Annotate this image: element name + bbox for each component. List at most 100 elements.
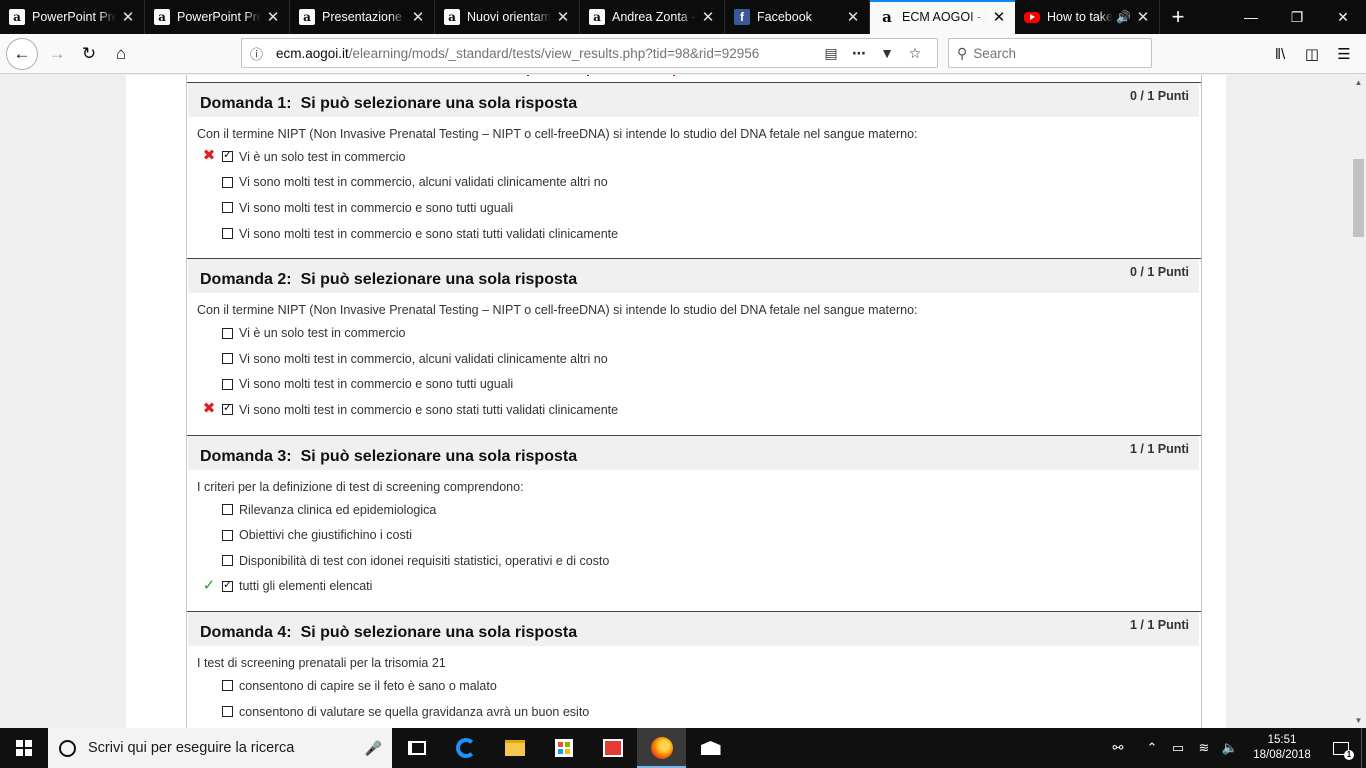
speaker-icon[interactable]: 🔊 [1116, 10, 1131, 24]
start-button[interactable] [0, 728, 48, 768]
question-header: Domanda 4: Si può selezionare una sola ri… [188, 612, 1199, 647]
answer-option: Vi sono molti test in commercio, alcuni … [187, 170, 1201, 196]
page-actions-icon[interactable]: ⋯ [845, 45, 873, 62]
browser-tab[interactable]: a PowerPoint Pres ✕ [0, 0, 145, 34]
question-number: Domanda 1: [200, 95, 292, 112]
search-bar[interactable]: ⚲ [948, 38, 1152, 68]
address-bar[interactable]: ⓘ ecm.aogoi.it/elearning/mods/_standard/… [241, 38, 938, 68]
vertical-scrollbar[interactable]: ▲ ▼ [1351, 75, 1366, 728]
firefox-app[interactable] [637, 728, 686, 768]
tab-title: Nuovi orientam [467, 10, 551, 24]
browser-tab[interactable]: f Facebook ✕ [725, 0, 870, 34]
people-icon[interactable]: ⚯ [1105, 740, 1131, 756]
answer-label: Vi è un solo test in commercio [239, 149, 406, 164]
close-tab-icon[interactable]: ✕ [700, 8, 716, 26]
browser-tab[interactable]: a ECM AOGOI - Il ✕ [870, 0, 1015, 34]
store-app[interactable] [539, 728, 588, 768]
show-desktop-button[interactable] [1361, 728, 1366, 768]
home-button[interactable]: ⌂ [105, 38, 137, 70]
browser-tab[interactable]: a Andrea Zonta - ✕ [580, 0, 725, 34]
search-input[interactable] [973, 45, 1124, 61]
reader-view-icon[interactable]: ▤ [817, 45, 845, 62]
close-tab-icon[interactable]: ✕ [120, 8, 136, 26]
browser-tab[interactable]: a Presentazione st ✕ [290, 0, 435, 34]
url-text[interactable]: ecm.aogoi.it/elearning/mods/_standard/te… [276, 46, 817, 61]
clock[interactable]: 15:51 18/08/2018 [1243, 733, 1321, 763]
file-explorer-app[interactable] [490, 728, 539, 768]
answer-checkbox[interactable] [222, 327, 233, 339]
answer-checkbox[interactable] [222, 378, 233, 390]
scrollbar-thumb[interactable] [1353, 159, 1364, 237]
aogoi-favicon-icon: a [444, 9, 460, 25]
answer-label: consentono di capire se il feto è sano o… [239, 678, 497, 693]
question-number: Domanda 4: [200, 624, 292, 642]
answer-option: Rilevanza clinica ed epidemiologica [187, 497, 1201, 523]
answer-option: ✓ tutti gli elementi elencati [187, 574, 1201, 600]
task-view-button[interactable] [392, 728, 441, 768]
reload-button[interactable]: ↻ [73, 38, 105, 70]
question-text: Con il termine NIPT (Non Invasive Prenat… [197, 303, 918, 318]
cortana-icon [59, 739, 76, 757]
answer-checkbox[interactable] [222, 680, 233, 692]
forward-button[interactable]: → [41, 38, 73, 70]
close-tab-icon[interactable]: ✕ [265, 8, 281, 26]
question-score: 1 / 1 Punti [1129, 441, 1189, 456]
close-tab-icon[interactable]: ✕ [1135, 8, 1151, 26]
answer-checkbox[interactable] [222, 529, 233, 541]
browser-tab[interactable]: a PowerPoint Pres ✕ [145, 0, 290, 34]
mail-app[interactable] [686, 728, 735, 768]
tab-title: PowerPoint Pres [177, 10, 261, 24]
volume-icon[interactable]: 🔈 [1217, 740, 1243, 756]
question-score: 1 / 1 Punti [1129, 618, 1189, 633]
answer-option: Vi sono molti test in commercio, alcuni … [187, 346, 1201, 372]
close-tab-icon[interactable]: ✕ [991, 8, 1007, 26]
restore-button[interactable]: ❐ [1274, 0, 1320, 34]
new-tab-button[interactable]: + [1160, 0, 1196, 34]
browser-tab[interactable]: How to take 🔊 ✕ [1015, 0, 1160, 34]
microphone-icon[interactable]: 🎤 [365, 740, 382, 757]
taskbar-search-placeholder: Scrivi qui per eseguire la ricerca [88, 740, 295, 756]
gift-app[interactable] [588, 728, 637, 768]
answer-checkbox[interactable] [222, 402, 233, 416]
answer-option: Vi è un solo test in commercio [187, 320, 1201, 346]
bookmark-star-icon[interactable]: ☆ [901, 45, 929, 62]
answer-checkbox[interactable] [222, 149, 233, 163]
sidebar-button[interactable]: ◫ [1296, 38, 1328, 70]
question-title: Domanda 1: Si può selezionare una sola ri… [200, 95, 577, 113]
close-tab-icon[interactable]: ✕ [410, 8, 426, 26]
wifi-icon[interactable]: ≋ [1191, 740, 1217, 756]
battery-icon[interactable]: ▭ [1165, 740, 1191, 756]
minimize-button[interactable]: — [1228, 0, 1274, 34]
tab-title: Andrea Zonta - [612, 10, 696, 24]
pocket-icon[interactable]: ▼ [873, 45, 901, 61]
scroll-down-arrow-icon[interactable]: ▼ [1351, 713, 1366, 728]
taskbar-search[interactable]: Scrivi qui per eseguire la ricerca 🎤 [48, 728, 392, 768]
action-center-button[interactable]: 1 [1321, 741, 1361, 760]
answer-checkbox[interactable] [222, 353, 233, 365]
reload-icon: ↻ [81, 43, 97, 63]
toolbar-right: ‖\ ◫ ☰ [1264, 38, 1360, 70]
close-tab-icon[interactable]: ✕ [845, 8, 861, 26]
answer-checkbox[interactable] [222, 555, 233, 567]
close-tab-icon[interactable]: ✕ [555, 8, 571, 26]
answer-list: consentono di capire se il feto è sano o… [187, 673, 1201, 728]
back-button[interactable]: ← [6, 37, 38, 70]
home-icon: ⌂ [115, 43, 127, 63]
browser-tab[interactable]: a Nuovi orientam ✕ [435, 0, 580, 34]
edge-app[interactable] [441, 728, 490, 768]
answer-checkbox[interactable] [222, 176, 233, 188]
library-button[interactable]: ‖\ [1264, 38, 1296, 70]
close-window-button[interactable]: ✕ [1320, 0, 1366, 34]
menu-button[interactable]: ☰ [1328, 38, 1360, 70]
chevron-up-icon[interactable]: ⌃ [1139, 740, 1165, 756]
clock-date: 18/08/2018 [1253, 749, 1311, 761]
answer-checkbox[interactable] [222, 202, 233, 214]
scroll-up-arrow-icon[interactable]: ▲ [1351, 75, 1366, 90]
answer-checkbox[interactable] [222, 504, 233, 516]
answer-checkbox[interactable] [222, 579, 233, 592]
site-info-icon[interactable]: ⓘ [250, 44, 270, 63]
answer-checkbox[interactable] [222, 706, 233, 718]
answer-list: Rilevanza clinica ed epidemiologica Obiet… [187, 497, 1201, 611]
answer-list: ✖ Vi è un solo test in commercio Vi sono m… [187, 144, 1201, 258]
answer-checkbox[interactable] [222, 228, 233, 240]
